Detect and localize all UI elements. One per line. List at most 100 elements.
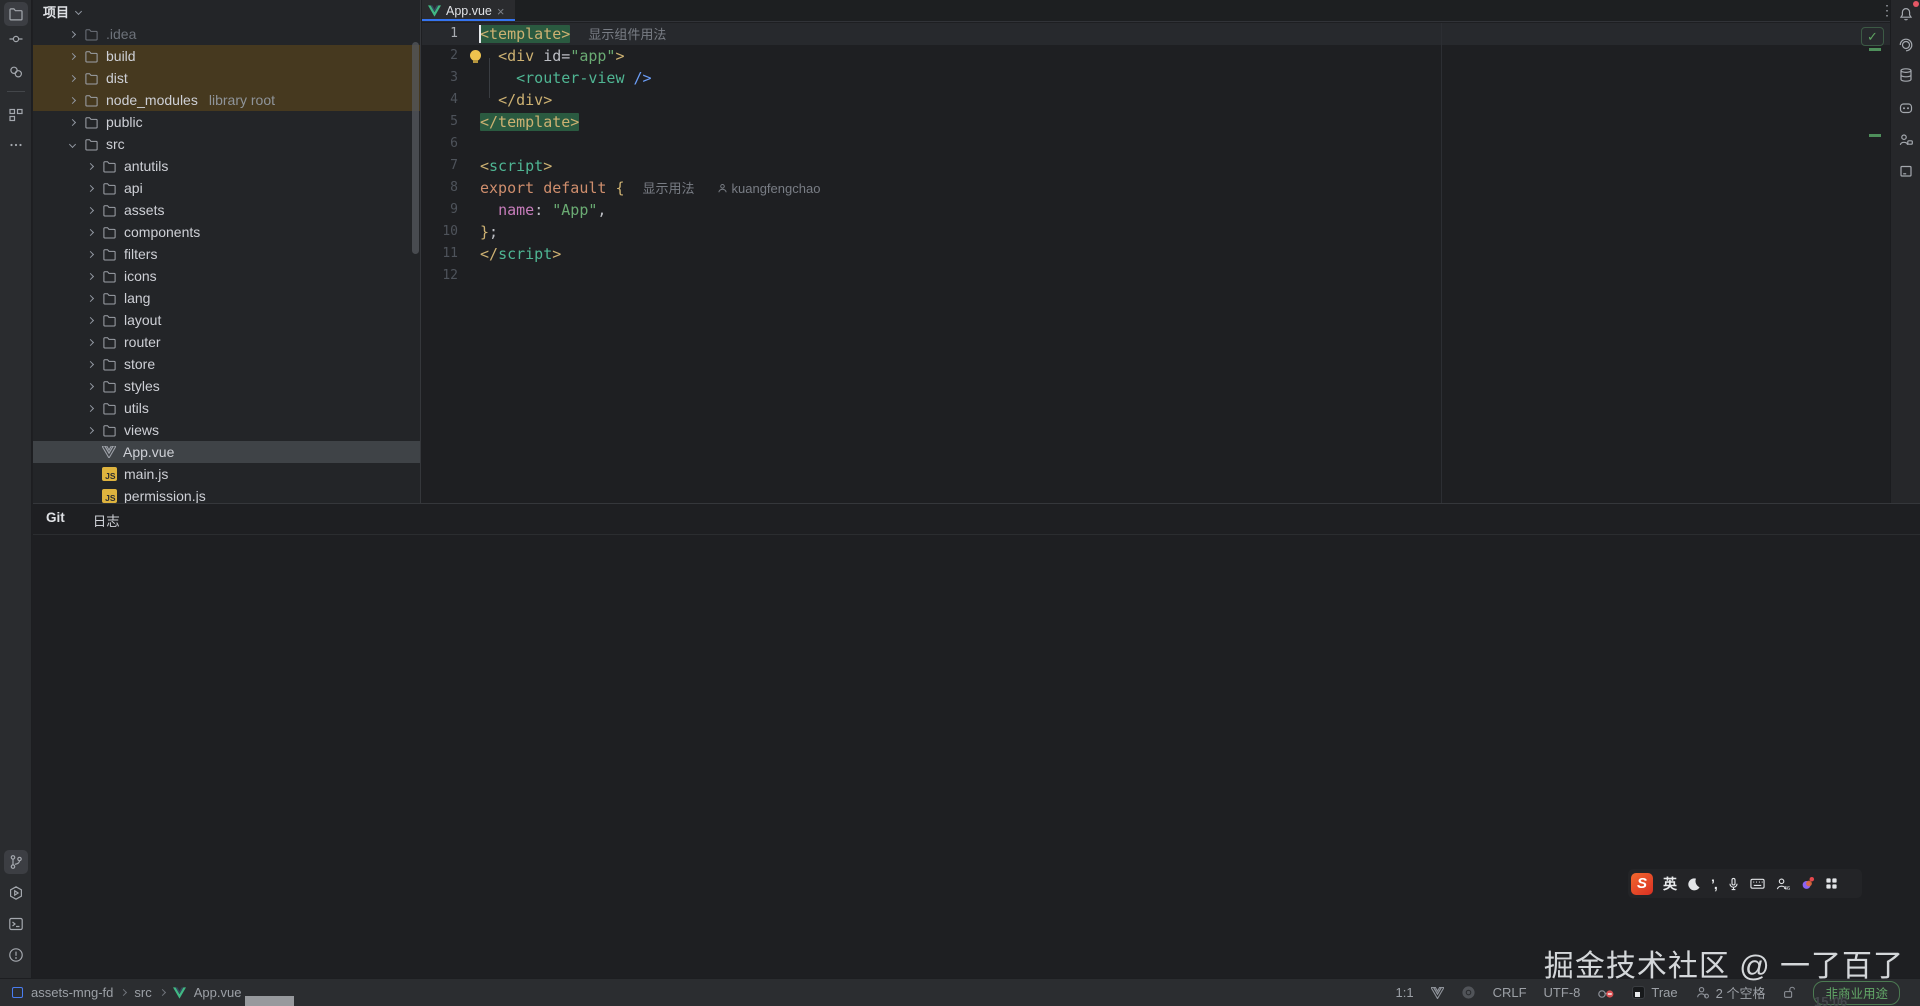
- indent-widget[interactable]: 2 个空格: [1695, 983, 1766, 1002]
- commit-tool-button[interactable]: [4, 27, 28, 51]
- intention-bulb-icon[interactable]: [470, 50, 481, 61]
- tree-item-node_modules[interactable]: node_moduleslibrary root: [33, 89, 420, 111]
- encoding-widget[interactable]: UTF-8: [1544, 985, 1581, 1000]
- notifications-button[interactable]: [1894, 2, 1918, 26]
- chevron-right-icon[interactable]: [87, 206, 94, 213]
- more-tool-windows-button[interactable]: [4, 133, 28, 157]
- caret-position-widget[interactable]: 1:1: [1396, 985, 1414, 1000]
- terminal-tool-button[interactable]: [4, 912, 28, 936]
- code-line-10[interactable]: 10};: [422, 221, 1890, 243]
- author-inlay-hint[interactable]: kuangfengchao: [717, 181, 821, 196]
- chevron-right-icon[interactable]: [87, 184, 94, 191]
- code-line-11[interactable]: 11</script>: [422, 243, 1890, 265]
- chevron-right-icon[interactable]: [87, 316, 94, 323]
- glasses-disabled-icon[interactable]: [1597, 986, 1615, 1000]
- chevron-right-icon[interactable]: [87, 426, 94, 433]
- chevron-right-icon[interactable]: [69, 30, 76, 37]
- tree-item-components[interactable]: components: [33, 221, 420, 243]
- code-line-6[interactable]: 6: [422, 133, 1890, 155]
- code-line-12[interactable]: 12: [422, 265, 1890, 287]
- git-panel-content[interactable]: [33, 534, 1920, 978]
- tree-item-router[interactable]: router: [33, 331, 420, 353]
- code-line-2[interactable]: 2 <div id="app">: [422, 45, 1890, 67]
- tree-item-permission-js[interactable]: JSpermission.js: [33, 485, 420, 503]
- git-log-tab[interactable]: 日志: [93, 510, 120, 536]
- chevron-right-icon[interactable]: [87, 294, 94, 301]
- chevron-right-icon[interactable]: [87, 360, 94, 367]
- tree-item-icons[interactable]: icons: [33, 265, 420, 287]
- problems-tool-button[interactable]: [4, 943, 28, 967]
- tree-item-build[interactable]: build: [33, 45, 420, 67]
- tree-item-assets[interactable]: assets: [33, 199, 420, 221]
- tree-item-main-js[interactable]: JSmain.js: [33, 463, 420, 485]
- code-review-tool-button[interactable]: [4, 60, 28, 84]
- inspections-ok-widget[interactable]: ✓: [1861, 27, 1884, 46]
- chevron-right-icon[interactable]: [87, 338, 94, 345]
- chevron-down-icon[interactable]: [69, 140, 76, 147]
- line-separator-widget[interactable]: CRLF: [1493, 985, 1527, 1000]
- moon-icon[interactable]: [1687, 877, 1701, 891]
- git-tool-button[interactable]: [4, 850, 28, 874]
- code-line-7[interactable]: 7<script>: [422, 155, 1890, 177]
- tree-item-filters[interactable]: filters: [33, 243, 420, 265]
- code-line-5[interactable]: 5</template>: [422, 111, 1890, 133]
- box-tool-button[interactable]: [1894, 159, 1918, 183]
- tree-item-src[interactable]: src: [33, 133, 420, 155]
- chevron-right-icon[interactable]: [69, 74, 76, 81]
- code-area[interactable]: 1<template>显示组件用法2 <div id="app">3 <rout…: [422, 23, 1890, 503]
- project-panel-header[interactable]: 项目: [33, 0, 420, 23]
- ai-palette-icon[interactable]: [1800, 876, 1815, 891]
- code-with-me-button[interactable]: [1894, 128, 1918, 152]
- chevron-right-icon[interactable]: [87, 228, 94, 235]
- sogou-logo-icon[interactable]: S: [1631, 873, 1653, 895]
- structure-tool-button[interactable]: [4, 103, 28, 127]
- code-line-9[interactable]: 9 name: "App",: [422, 199, 1890, 221]
- inlay-hint[interactable]: 显示组件用法: [588, 27, 666, 42]
- editor-pane[interactable]: App.vue × 1<template>显示组件用法2 <div id="ap…: [422, 0, 1890, 503]
- keyboard-icon[interactable]: [1750, 877, 1765, 890]
- tree-item-views[interactable]: views: [33, 419, 420, 441]
- tree-item-layout[interactable]: layout: [33, 309, 420, 331]
- database-button[interactable]: [1894, 63, 1918, 87]
- gear-icon[interactable]: [1461, 985, 1476, 1000]
- project-tool-button[interactable]: [4, 2, 28, 26]
- vue-status-icon[interactable]: [1431, 987, 1444, 999]
- inlay-hint[interactable]: 显示用法: [643, 181, 695, 196]
- tree-item-store[interactable]: store: [33, 353, 420, 375]
- code-line-4[interactable]: 4 </div>: [422, 89, 1890, 111]
- ai-assistant-button[interactable]: [1894, 33, 1918, 57]
- ime-language-button[interactable]: 英: [1663, 874, 1677, 894]
- tree-item-public[interactable]: public: [33, 111, 420, 133]
- chevron-right-icon[interactable]: [87, 404, 94, 411]
- tree-item-api[interactable]: api: [33, 177, 420, 199]
- tree-item-lang[interactable]: lang: [33, 287, 420, 309]
- grid-menu-icon[interactable]: [1825, 877, 1838, 890]
- code-line-3[interactable]: 3 <router-view />: [422, 67, 1890, 89]
- chevron-right-icon[interactable]: [87, 272, 94, 279]
- microphone-icon[interactable]: [1727, 877, 1740, 891]
- chevron-right-icon[interactable]: [87, 250, 94, 257]
- tree-item-App-vue[interactable]: App.vue: [33, 441, 420, 463]
- tab-close-icon[interactable]: ×: [497, 5, 505, 18]
- services-tool-button[interactable]: [4, 881, 28, 905]
- chevron-right-icon[interactable]: [87, 382, 94, 389]
- breadcrumb-src[interactable]: src: [134, 985, 151, 1000]
- punctuation-button[interactable]: ’,: [1711, 876, 1717, 892]
- tree-scrollbar[interactable]: [412, 42, 419, 254]
- breadcrumb-project[interactable]: assets-mng-fd: [31, 985, 113, 1000]
- coding-agent-button[interactable]: [1894, 96, 1918, 120]
- chevron-right-icon[interactable]: [69, 52, 76, 59]
- breadcrumb-file[interactable]: App.vue: [194, 985, 242, 1000]
- code-line-8[interactable]: 8export default {显示用法kuangfengchao: [422, 177, 1890, 199]
- unlocked-padlock-icon[interactable]: [1782, 985, 1796, 1000]
- tree-item-styles[interactable]: styles: [33, 375, 420, 397]
- tree-item--idea[interactable]: .idea: [33, 23, 420, 45]
- chevron-right-icon[interactable]: [69, 96, 76, 103]
- chevron-right-icon[interactable]: [87, 162, 94, 169]
- code-line-1[interactable]: 1<template>显示组件用法: [422, 23, 1890, 45]
- tree-item-antutils[interactable]: antutils: [33, 155, 420, 177]
- chevron-right-icon[interactable]: [69, 118, 76, 125]
- trae-plugin-widget[interactable]: Trae: [1632, 985, 1677, 1000]
- tree-item-dist[interactable]: dist: [33, 67, 420, 89]
- person-badge-icon[interactable]: 46: [1775, 877, 1790, 891]
